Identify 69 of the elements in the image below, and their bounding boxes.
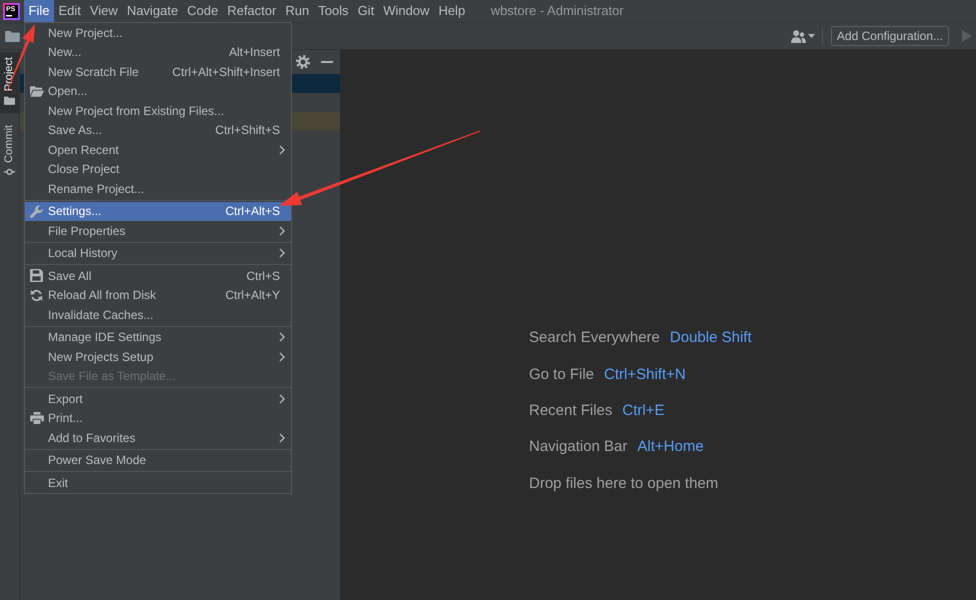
menu-item[interactable]: Invalidate Caches... [25,305,291,324]
caret-icon[interactable] [808,34,815,38]
menu-bar-item[interactable]: Navigate [122,0,183,22]
open-folder-icon [30,86,44,97]
people-icon[interactable] [790,30,806,42]
menu-item[interactable]: Rename Project... [25,179,291,198]
shortcut-label: Ctrl+Shift+S [214,123,280,138]
menu-bar-item[interactable]: Tools [314,0,354,22]
hint-text: Navigation Bar [529,438,628,456]
menu-item[interactable]: Settings... Ctrl+Alt+S [25,202,291,221]
hint-text: Search Everywhere [529,329,660,348]
hint-text: Go to File [529,366,594,384]
shortcut-label: Ctrl+Alt+Shift+Insert [171,64,280,79]
chevron-icon [279,432,285,443]
menu-item[interactable]: New Project... [25,23,291,42]
menu-bar-item[interactable]: Window [378,0,434,22]
folder-icon [4,96,15,106]
menu-bar-item[interactable]: Code [182,0,223,22]
menu-item[interactable]: New Project from Existing Files... [25,101,291,120]
menu-item[interactable]: Close Project [25,160,291,179]
menu-bar-item[interactable]: File [24,0,54,22]
add-configuration-button[interactable]: Add Configuration... [830,26,949,46]
shortcut-label: Ctrl+Alt+S [224,204,280,218]
shortcut-label: Ctrl+Alt+Y [224,288,280,302]
menu-item[interactable]: Exit [25,473,291,492]
tool-window-tab[interactable]: Commit [0,118,19,182]
menu-item[interactable]: Save All Ctrl+S [25,266,291,286]
shortcut-hint: Ctrl+E [622,402,664,420]
wrench-icon [30,204,43,218]
menu-bar-item[interactable]: Help [434,0,470,22]
menu-bar-item[interactable]: Edit [54,0,86,22]
shortcut-hint: Alt+Home [637,438,704,456]
printer-icon [30,412,44,424]
menu-item[interactable]: File Properties [25,221,291,240]
reload-icon [30,288,43,302]
tool-window-tab[interactable]: Project [0,52,19,114]
menu-item[interactable]: Print... [25,408,291,428]
menu-item[interactable]: Manage IDE Settings [25,328,291,347]
menu-item[interactable]: New... Alt+Insert [25,42,291,62]
shortcut-hint: Ctrl+Shift+N [604,366,686,384]
commit-icon [4,168,15,176]
menu-item[interactable]: New Scratch File Ctrl+Alt+Shift+Insert [25,62,291,82]
menu-item[interactable]: Reload All from Disk Ctrl+Alt+Y [25,286,291,305]
menu-bar-item[interactable]: Refactor [222,0,281,22]
hint-text: Recent Files [529,402,612,420]
menu-item[interactable]: Open Recent [25,140,291,160]
menu-item[interactable]: Save As... Ctrl+Shift+S [25,120,291,140]
chevron-icon [279,144,285,155]
menu-item[interactable]: New Projects Setup [25,347,291,366]
folder-icon[interactable] [5,30,20,42]
chevron-icon [279,248,285,258]
menu-bar-item[interactable]: Git [353,0,379,22]
menu-bar-item[interactable]: View [85,0,122,22]
chevron-icon [279,226,285,236]
menu-item[interactable]: Open... [25,82,291,101]
menu-item[interactable]: Export [25,389,291,408]
shortcut-label: Ctrl+S [245,268,280,283]
shortcut-label: Alt+Insert [228,45,280,60]
menu-bar-item[interactable]: Run [280,0,314,22]
settings-icon[interactable] [296,55,310,69]
window-title: wbstore - Administrator [490,3,624,19]
chevron-icon [279,394,285,404]
chevron-icon [279,332,285,342]
chevron-icon [279,352,285,362]
shortcut-hint: Double Shift [670,329,752,348]
menu-item[interactable]: Add to Favorites [25,428,291,448]
menu-item[interactable]: Power Save Mode [25,450,291,470]
menu-item[interactable]: Local History [25,244,291,263]
hint-text: Drop files here to open them [529,474,718,493]
